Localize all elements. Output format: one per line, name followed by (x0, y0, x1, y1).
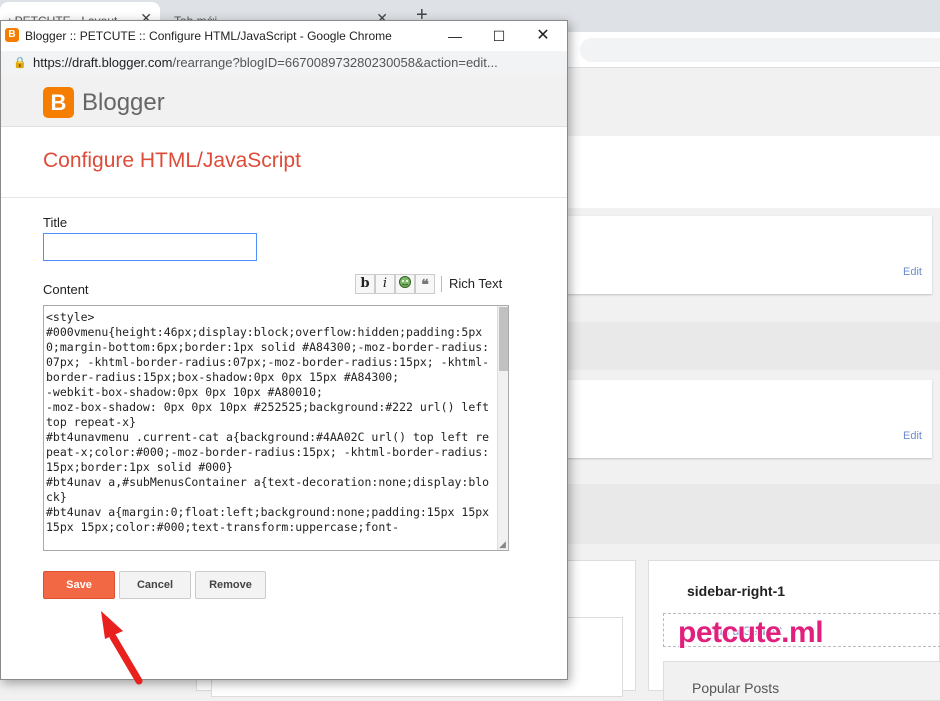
background-section (560, 136, 940, 208)
title-input[interactable] (43, 233, 257, 261)
window-title: Blogger :: PETCUTE :: Configure HTML/Jav… (25, 29, 392, 43)
popular-posts-gadget[interactable]: Popular Posts (663, 661, 940, 701)
background-omnibox[interactable] (580, 38, 940, 62)
background-section (560, 484, 940, 544)
blogger-brand-name: Blogger (82, 89, 165, 116)
rich-text-link[interactable]: Rich Text (449, 276, 502, 291)
url-host: https://draft.blogger.com (33, 55, 173, 70)
image-icon-glyph (399, 276, 411, 288)
textarea-scrollbar[interactable] (497, 306, 508, 550)
edit-link[interactable]: Edit (903, 266, 922, 278)
minimize-button[interactable]: — (433, 25, 477, 47)
image-icon[interactable] (395, 274, 415, 294)
title-label: Title (43, 215, 68, 230)
content-label: Content (43, 282, 89, 297)
bold-button[interactable]: b (355, 274, 375, 294)
sidebar-title: sidebar-right-1 (687, 583, 786, 599)
save-button[interactable]: Save (43, 571, 115, 599)
divider (1, 197, 567, 198)
resize-handle-icon[interactable]: ◢ (497, 539, 508, 550)
url-path: /rearrange?blogID=667008973280230058&act… (172, 55, 498, 70)
edit-link[interactable]: Edit (903, 430, 922, 442)
close-button[interactable]: ✕ (521, 25, 565, 47)
background-section (560, 322, 940, 370)
scrollbar-thumb[interactable] (499, 307, 508, 371)
page-title: Configure HTML/JavaScript (43, 149, 301, 172)
blogger-header: B Blogger (1, 75, 567, 127)
window-title-bar: B Blogger :: PETCUTE :: Configure HTML/J… (1, 21, 567, 51)
toolbar-separator (441, 276, 442, 292)
red-arrow-annotation (101, 611, 143, 685)
lock-icon: 🔒 (13, 57, 27, 69)
remove-button[interactable]: Remove (195, 571, 266, 599)
quote-button[interactable]: ❝ (415, 274, 435, 294)
background-gadget-card: Edit (560, 380, 932, 458)
content-textarea[interactable] (43, 305, 509, 551)
url-text: https://draft.blogger.com/rearrange?blog… (33, 55, 498, 70)
popup-window: B Blogger :: PETCUTE :: Configure HTML/J… (0, 20, 568, 685)
watermark: petcute.ml (678, 616, 824, 649)
blogger-logo-icon: B (43, 87, 74, 118)
maximize-button[interactable]: ☐ (477, 25, 521, 47)
italic-button[interactable]: i (375, 274, 395, 294)
background-gadget-card: Edit (560, 216, 932, 294)
blogger-favicon-icon: B (5, 28, 19, 42)
cancel-button[interactable]: Cancel (119, 571, 191, 599)
popular-posts-label: Popular Posts (692, 680, 780, 696)
url-bar[interactable]: 🔒 https://draft.blogger.com/rearrange?bl… (1, 51, 567, 75)
